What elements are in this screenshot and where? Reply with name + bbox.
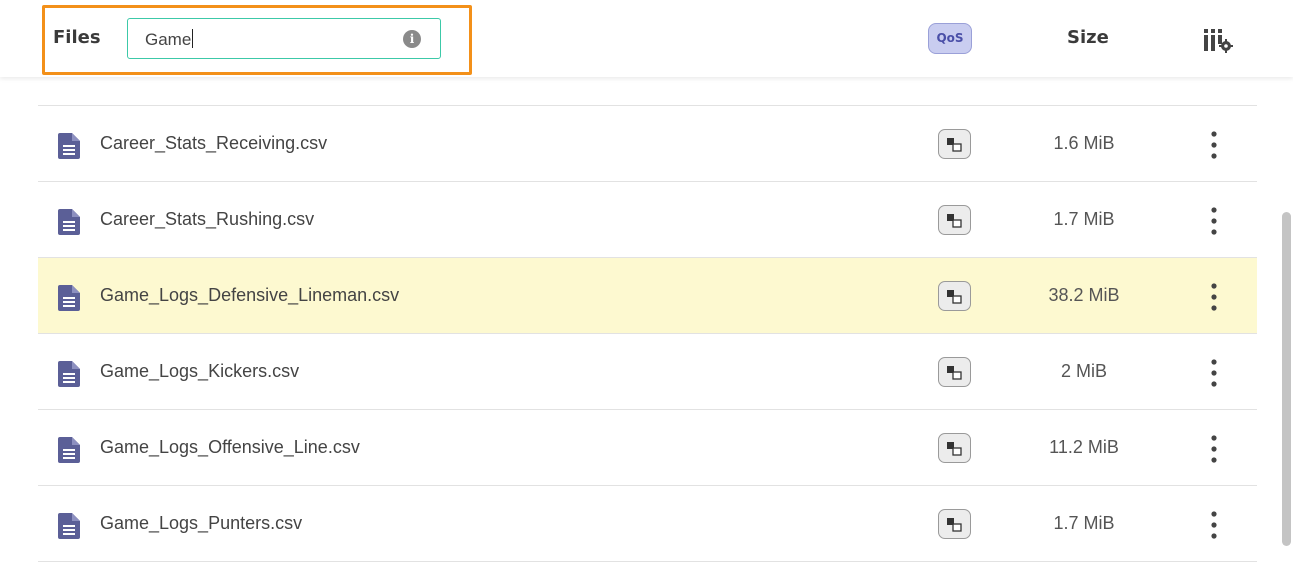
file-size: 11.2 MiB xyxy=(1049,437,1119,457)
qos-button[interactable] xyxy=(938,129,971,159)
table-row[interactable]: Career_Stats_Rushing.csv 1.7 MiB xyxy=(38,182,1257,258)
file-size: 2 MiB xyxy=(1060,361,1107,381)
kebab-menu-icon[interactable] xyxy=(1208,434,1220,464)
table-row-selected[interactable]: Game_Logs_Defensive_Lineman.csv 38.2 MiB xyxy=(38,258,1257,334)
file-name[interactable]: Game_Logs_Defensive_Lineman.csv xyxy=(100,285,399,306)
table-row[interactable]: Game_Logs_Punters.csv 1.7 MiB xyxy=(38,486,1257,562)
qos-button[interactable] xyxy=(938,433,971,463)
file-text-icon xyxy=(58,209,80,235)
qos-button[interactable] xyxy=(938,281,971,311)
qos-button[interactable] xyxy=(938,205,971,235)
file-name[interactable]: Career_Stats_Receiving.csv xyxy=(100,133,327,154)
qos-icon xyxy=(947,290,962,304)
table-row[interactable]: Game_Logs_Offensive_Line.csv 11.2 MiB xyxy=(38,410,1257,486)
file-name[interactable]: Game_Logs_Kickers.csv xyxy=(100,361,299,382)
qos-icon xyxy=(947,214,962,228)
qos-column-header[interactable]: QoS xyxy=(928,23,972,54)
qos-button[interactable] xyxy=(938,357,971,387)
qos-icon xyxy=(947,442,962,456)
file-text-icon xyxy=(58,133,80,159)
table-header: Files Game i QoS Size xyxy=(0,0,1293,77)
file-size: 1.7 MiB xyxy=(1053,209,1115,229)
kebab-menu-icon[interactable] xyxy=(1208,206,1220,236)
table-row[interactable]: Career_Stats_Receiving.csv 1.6 MiB xyxy=(38,106,1257,182)
table-row[interactable]: Game_Logs_Kickers.csv 2 MiB xyxy=(38,334,1257,410)
file-size: 38.2 MiB xyxy=(1048,285,1120,305)
file-text-icon xyxy=(58,285,80,311)
kebab-menu-icon[interactable] xyxy=(1208,130,1220,160)
kebab-menu-icon[interactable] xyxy=(1208,282,1220,312)
file-text-icon xyxy=(58,361,80,387)
column-settings-icon[interactable] xyxy=(1203,27,1233,53)
file-browser: Career_Stats_Receiving.csv 1.6 MiB Caree… xyxy=(0,0,1293,564)
kebab-menu-icon[interactable] xyxy=(1208,510,1220,540)
qos-icon xyxy=(947,366,962,380)
file-name[interactable]: Game_Logs_Offensive_Line.csv xyxy=(100,437,360,458)
qos-button[interactable] xyxy=(938,509,971,539)
file-text-icon xyxy=(58,437,80,463)
qos-icon xyxy=(947,138,962,152)
size-column-header[interactable]: Size xyxy=(1067,27,1109,48)
qos-icon xyxy=(947,518,962,532)
kebab-menu-icon[interactable] xyxy=(1208,358,1220,388)
file-name[interactable]: Career_Stats_Rushing.csv xyxy=(100,209,314,230)
file-size: 1.7 MiB xyxy=(1053,513,1115,533)
file-name[interactable]: Game_Logs_Punters.csv xyxy=(100,513,302,534)
vertical-scrollbar[interactable] xyxy=(1282,212,1291,546)
file-size: 1.6 MiB xyxy=(1053,133,1115,153)
file-text-icon xyxy=(58,513,80,539)
highlight-annotation-box xyxy=(42,5,472,75)
file-list: Career_Stats_Receiving.csv 1.6 MiB Caree… xyxy=(38,30,1257,562)
